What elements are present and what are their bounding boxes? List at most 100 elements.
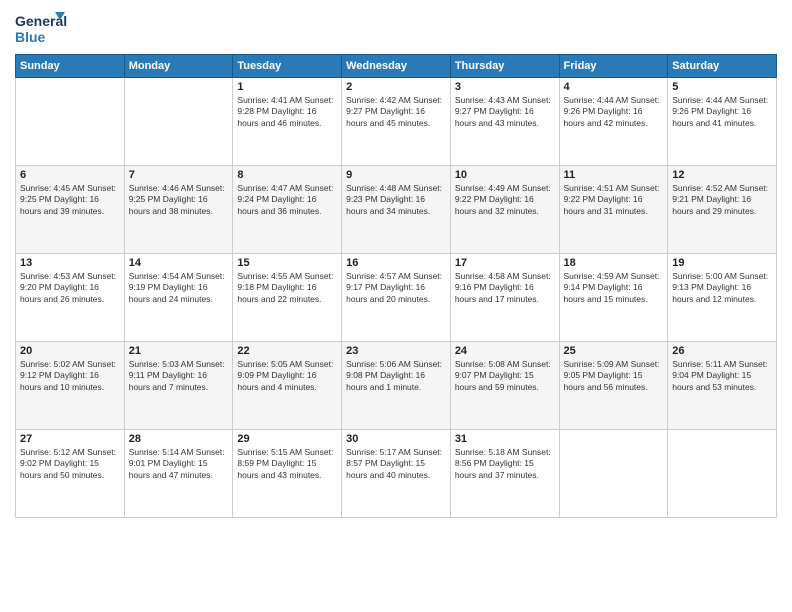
- day-info: Sunrise: 5:14 AM Sunset: 9:01 PM Dayligh…: [129, 447, 229, 481]
- day-info: Sunrise: 4:47 AM Sunset: 9:24 PM Dayligh…: [237, 183, 337, 217]
- calendar-cell: 18 Sunrise: 4:59 AM Sunset: 9:14 PM Dayli…: [559, 254, 668, 342]
- calendar-cell: 7 Sunrise: 4:46 AM Sunset: 9:25 PM Daylig…: [124, 166, 233, 254]
- weekday-header-row: SundayMondayTuesdayWednesdayThursdayFrid…: [16, 55, 777, 78]
- calendar-cell: 27 Sunrise: 5:12 AM Sunset: 9:02 PM Dayli…: [16, 430, 125, 518]
- day-number: 11: [564, 169, 664, 181]
- day-number: 20: [20, 345, 120, 357]
- calendar-cell: 11 Sunrise: 4:51 AM Sunset: 9:22 PM Dayli…: [559, 166, 668, 254]
- page-header: GeneralBlue: [15, 10, 777, 46]
- day-info: Sunrise: 4:57 AM Sunset: 9:17 PM Dayligh…: [346, 271, 446, 305]
- calendar-cell: 10Sunrise: 4:49 AM Sunset: 9:22 PM Dayli…: [450, 166, 559, 254]
- weekday-header-sunday: Sunday: [16, 55, 125, 78]
- day-info: Sunrise: 4:46 AM Sunset: 9:25 PM Dayligh…: [129, 183, 229, 217]
- day-number: 6: [20, 169, 120, 181]
- calendar-cell: 9Sunrise: 4:48 AM Sunset: 9:23 PM Daylig…: [342, 166, 451, 254]
- day-number: 18: [564, 257, 664, 269]
- day-info: Sunrise: 4:51 AM Sunset: 9:22 PM Dayligh…: [564, 183, 664, 217]
- calendar-cell: [16, 78, 125, 166]
- calendar-cell: 26 Sunrise: 5:11 AM Sunset: 9:04 PM Dayli…: [668, 342, 777, 430]
- day-number: 12: [672, 169, 772, 181]
- day-number: 26: [672, 345, 772, 357]
- day-number: 7: [129, 169, 229, 181]
- day-info: Sunrise: 4:59 AM Sunset: 9:14 PM Dayligh…: [564, 271, 664, 305]
- day-info: Sunrise: 5:09 AM Sunset: 9:05 PM Dayligh…: [564, 359, 664, 393]
- calendar-cell: 22 Sunrise: 5:05 AM Sunset: 9:09 PM Dayli…: [233, 342, 342, 430]
- calendar-cell: [559, 430, 668, 518]
- day-info: Sunrise: 4:45 AM Sunset: 9:25 PM Dayligh…: [20, 183, 120, 217]
- calendar-cell: 3 Sunrise: 4:43 AM Sunset: 9:27 PM Daylig…: [450, 78, 559, 166]
- day-number: 31: [455, 433, 555, 445]
- svg-text:Blue: Blue: [15, 29, 46, 45]
- weekday-header-tuesday: Tuesday: [233, 55, 342, 78]
- day-info: Sunrise: 5:05 AM Sunset: 9:09 PM Dayligh…: [237, 359, 337, 393]
- calendar-cell: 5Sunrise: 4:44 AM Sunset: 9:26 PM Daylig…: [668, 78, 777, 166]
- day-number: 2: [346, 81, 446, 93]
- day-info: Sunrise: 4:54 AM Sunset: 9:19 PM Dayligh…: [129, 271, 229, 305]
- calendar-cell: 14 Sunrise: 4:54 AM Sunset: 9:19 PM Dayli…: [124, 254, 233, 342]
- weekday-header-friday: Friday: [559, 55, 668, 78]
- day-info: Sunrise: 5:11 AM Sunset: 9:04 PM Dayligh…: [672, 359, 772, 393]
- calendar-cell: 28 Sunrise: 5:14 AM Sunset: 9:01 PM Dayli…: [124, 430, 233, 518]
- calendar-cell: 23 Sunrise: 5:06 AM Sunset: 9:08 PM Dayli…: [342, 342, 451, 430]
- day-number: 30: [346, 433, 446, 445]
- weekday-header-saturday: Saturday: [668, 55, 777, 78]
- day-info: Sunrise: 4:52 AM Sunset: 9:21 PM Dayligh…: [672, 183, 772, 217]
- day-number: 28: [129, 433, 229, 445]
- calendar-cell: 13Sunrise: 4:53 AM Sunset: 9:20 PM Dayli…: [16, 254, 125, 342]
- day-info: Sunrise: 4:44 AM Sunset: 9:26 PM Dayligh…: [564, 95, 664, 129]
- calendar-cell: 25 Sunrise: 5:09 AM Sunset: 9:05 PM Dayli…: [559, 342, 668, 430]
- day-info: Sunrise: 5:06 AM Sunset: 9:08 PM Dayligh…: [346, 359, 446, 393]
- day-info: Sunrise: 5:02 AM Sunset: 9:12 PM Dayligh…: [20, 359, 120, 393]
- weekday-header-monday: Monday: [124, 55, 233, 78]
- day-info: Sunrise: 5:15 AM Sunset: 8:59 PM Dayligh…: [237, 447, 337, 481]
- day-number: 21: [129, 345, 229, 357]
- day-info: Sunrise: 5:18 AM Sunset: 8:56 PM Dayligh…: [455, 447, 555, 481]
- day-number: 19: [672, 257, 772, 269]
- calendar-table: SundayMondayTuesdayWednesdayThursdayFrid…: [15, 54, 777, 518]
- day-number: 16: [346, 257, 446, 269]
- weekday-header-thursday: Thursday: [450, 55, 559, 78]
- logo-svg: GeneralBlue: [15, 10, 67, 46]
- weekday-header-wednesday: Wednesday: [342, 55, 451, 78]
- calendar-cell: 24 Sunrise: 5:08 AM Sunset: 9:07 PM Dayli…: [450, 342, 559, 430]
- day-info: Sunrise: 5:17 AM Sunset: 8:57 PM Dayligh…: [346, 447, 446, 481]
- day-number: 3: [455, 81, 555, 93]
- day-info: Sunrise: 5:03 AM Sunset: 9:11 PM Dayligh…: [129, 359, 229, 393]
- logo: GeneralBlue: [15, 10, 67, 46]
- day-number: 1: [237, 81, 337, 93]
- day-number: 9: [346, 169, 446, 181]
- day-info: Sunrise: 4:53 AM Sunset: 9:20 PM Dayligh…: [20, 271, 120, 305]
- day-info: Sunrise: 4:55 AM Sunset: 9:18 PM Dayligh…: [237, 271, 337, 305]
- calendar-cell: 20 Sunrise: 5:02 AM Sunset: 9:12 PM Dayli…: [16, 342, 125, 430]
- day-number: 10: [455, 169, 555, 181]
- day-number: 15: [237, 257, 337, 269]
- day-number: 8: [237, 169, 337, 181]
- day-info: Sunrise: 4:41 AM Sunset: 9:28 PM Dayligh…: [237, 95, 337, 129]
- calendar-cell: [668, 430, 777, 518]
- day-number: 25: [564, 345, 664, 357]
- day-info: Sunrise: 4:43 AM Sunset: 9:27 PM Dayligh…: [455, 95, 555, 129]
- day-number: 14: [129, 257, 229, 269]
- calendar-week-row: 6 Sunrise: 4:45 AM Sunset: 9:25 PM Daylig…: [16, 166, 777, 254]
- calendar-week-row: 13Sunrise: 4:53 AM Sunset: 9:20 PM Dayli…: [16, 254, 777, 342]
- day-number: 27: [20, 433, 120, 445]
- calendar-cell: 6 Sunrise: 4:45 AM Sunset: 9:25 PM Daylig…: [16, 166, 125, 254]
- day-info: Sunrise: 5:08 AM Sunset: 9:07 PM Dayligh…: [455, 359, 555, 393]
- day-info: Sunrise: 4:58 AM Sunset: 9:16 PM Dayligh…: [455, 271, 555, 305]
- calendar-cell: 29Sunrise: 5:15 AM Sunset: 8:59 PM Dayli…: [233, 430, 342, 518]
- calendar-cell: 21 Sunrise: 5:03 AM Sunset: 9:11 PM Dayli…: [124, 342, 233, 430]
- day-number: 4: [564, 81, 664, 93]
- calendar-cell: 2 Sunrise: 4:42 AM Sunset: 9:27 PM Daylig…: [342, 78, 451, 166]
- calendar-week-row: 27 Sunrise: 5:12 AM Sunset: 9:02 PM Dayli…: [16, 430, 777, 518]
- day-number: 17: [455, 257, 555, 269]
- day-number: 22: [237, 345, 337, 357]
- day-info: Sunrise: 5:12 AM Sunset: 9:02 PM Dayligh…: [20, 447, 120, 481]
- calendar-cell: 1 Sunrise: 4:41 AM Sunset: 9:28 PM Daylig…: [233, 78, 342, 166]
- day-info: Sunrise: 4:42 AM Sunset: 9:27 PM Dayligh…: [346, 95, 446, 129]
- day-info: Sunrise: 4:44 AM Sunset: 9:26 PM Dayligh…: [672, 95, 772, 129]
- calendar-cell: 8 Sunrise: 4:47 AM Sunset: 9:24 PM Daylig…: [233, 166, 342, 254]
- calendar-week-row: 20 Sunrise: 5:02 AM Sunset: 9:12 PM Dayli…: [16, 342, 777, 430]
- day-info: Sunrise: 5:00 AM Sunset: 9:13 PM Dayligh…: [672, 271, 772, 305]
- day-number: 23: [346, 345, 446, 357]
- day-number: 24: [455, 345, 555, 357]
